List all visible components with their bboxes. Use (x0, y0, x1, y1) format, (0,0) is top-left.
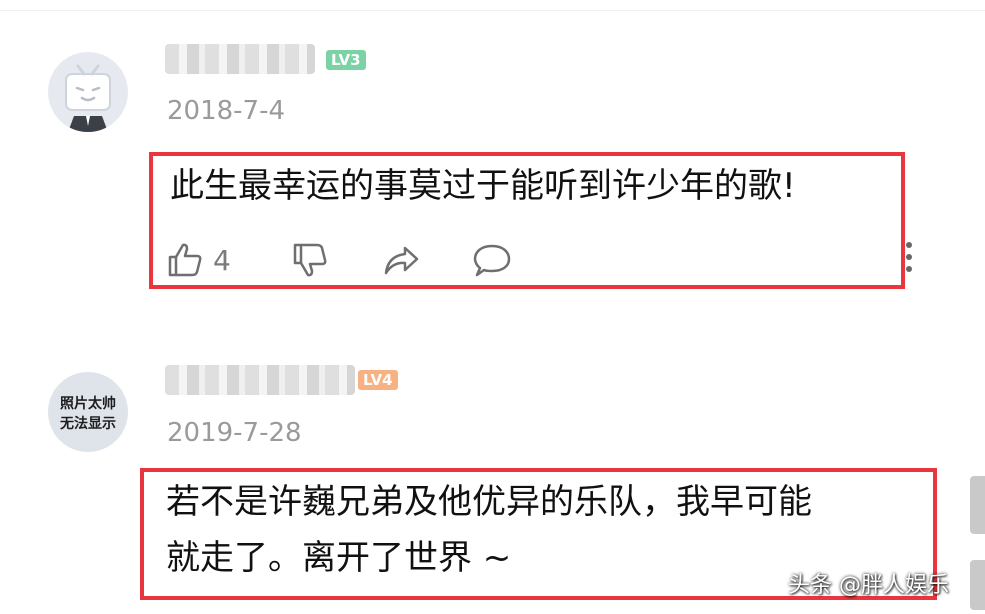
comment-date: 2019-7-28 (167, 418, 302, 448)
reply-button[interactable] (472, 240, 512, 280)
comment-date: 2018-7-4 (167, 96, 286, 126)
avatar-text[interactable]: 照片太帅 无法显示 (48, 372, 128, 452)
share-button[interactable] (381, 240, 421, 280)
tv-mascot-icon (65, 64, 111, 132)
thumbs-up-icon (168, 243, 202, 277)
share-icon (384, 246, 419, 275)
like-button[interactable]: 4 (165, 240, 231, 280)
dislike-button[interactable] (290, 240, 330, 280)
level-badge: LV4 (358, 370, 398, 390)
side-tab[interactable] (970, 476, 985, 534)
level-badge: LV3 (326, 50, 366, 70)
comment-text-line: 若不是许巍兄弟及他优异的乐队，我早可能 (166, 482, 812, 522)
side-tab[interactable] (970, 560, 985, 610)
username-redacted[interactable] (165, 44, 315, 74)
thumbs-down-icon (293, 243, 327, 277)
comment-text: 此生最幸运的事莫过于能听到许少年的歌! (170, 166, 796, 206)
top-divider (0, 10, 985, 11)
more-vertical-icon[interactable] (902, 242, 916, 278)
like-count: 4 (213, 243, 231, 277)
username-redacted[interactable] (165, 365, 355, 395)
reply-icon (473, 244, 511, 277)
avatar-tv-mascot[interactable] (48, 52, 128, 132)
avatar-text-line: 照片太帅 (60, 396, 116, 412)
avatar-text-line: 无法显示 (60, 416, 116, 432)
watermark: 头条 @胖人娱乐 (788, 573, 949, 598)
